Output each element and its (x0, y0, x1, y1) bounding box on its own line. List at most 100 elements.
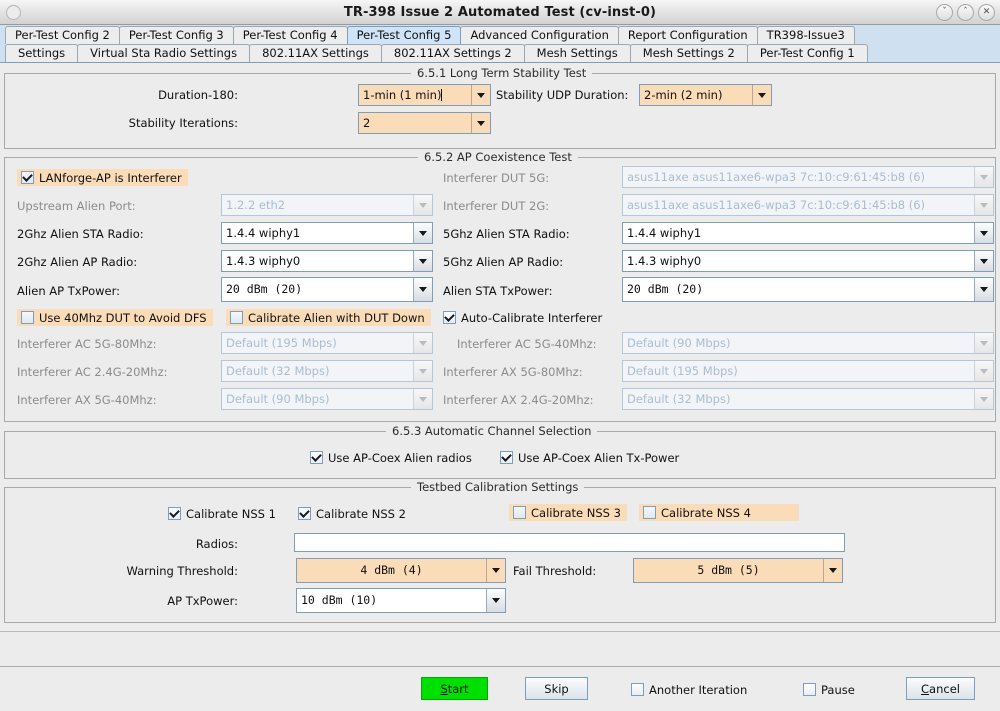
chevron-down-icon[interactable] (974, 251, 993, 271)
calibrate-nss-1-label: Calibrate NSS 1 (186, 506, 276, 521)
checkbox-icon[interactable] (631, 683, 644, 696)
tab-report-configuration[interactable]: Report Configuration (617, 26, 758, 44)
chevron-down-icon[interactable] (413, 251, 432, 271)
fail-threshold-combo[interactable]: 5 dBm (5) (633, 558, 843, 583)
checkbox-icon[interactable] (310, 451, 323, 464)
chevron-down-icon[interactable] (974, 223, 993, 243)
alien-sta-txpower-value: 20 dBm (20) (627, 282, 704, 296)
skip-button[interactable]: Skip (525, 677, 588, 700)
chevron-down-icon[interactable] (752, 85, 771, 105)
2ghz-alien-sta-radio-value: 1.4.4 wiphy1 (226, 226, 301, 240)
checkbox-icon[interactable] (21, 171, 34, 184)
checkbox-icon[interactable] (443, 311, 456, 324)
2ghz-alien-sta-radio-combo[interactable]: 1.4.4 wiphy1 (221, 222, 433, 244)
calibrate-nss-3-checkbox[interactable]: Calibrate NSS 3 (509, 504, 627, 521)
content-bottom-divider (0, 631, 1000, 632)
upstream-alien-port-combo: 1.2.2 eth2 (221, 194, 433, 216)
alien-sta-txpower-combo[interactable]: 20 dBm (20) (622, 277, 994, 302)
chevron-down-icon[interactable] (471, 85, 490, 105)
interferer-dut-2g-label: Interferer DUT 2G: (443, 199, 550, 213)
interferer-ac-5g-80mhz-value: Default (195 Mbps) (226, 336, 337, 350)
chevron-down-icon[interactable] (486, 559, 505, 582)
tab-settings[interactable]: Settings (5, 44, 79, 62)
tab-per-test-config-4[interactable]: Per-Test Config 4 (232, 26, 348, 44)
cancel-button[interactable]: Cancel (906, 677, 975, 700)
tab-80211ax-settings-2[interactable]: 802.11AX Settings 2 (380, 44, 525, 62)
tab-mesh-settings[interactable]: Mesh Settings (523, 44, 631, 62)
tab-per-test-config-1[interactable]: Per-Test Config 1 (746, 44, 868, 62)
use-40mhz-dut-avoid-dfs-label: Use 40Mhz DUT to Avoid DFS (39, 310, 207, 325)
calibrate-nss-4-label: Calibrate NSS 4 (661, 505, 751, 520)
tab-mesh-settings-2[interactable]: Mesh Settings 2 (629, 44, 748, 62)
minimize-icon[interactable]: ˇ (936, 4, 953, 21)
checkbox-icon[interactable] (21, 311, 34, 324)
tab-per-test-config-3[interactable]: Per-Test Config 3 (118, 26, 234, 44)
start-button[interactable]: Start (421, 677, 488, 700)
lanforge-ap-is-interferer-checkbox[interactable]: LANforge-AP is Interferer (17, 169, 188, 186)
checkbox-icon[interactable] (643, 506, 656, 519)
chevron-down-icon[interactable] (486, 589, 505, 612)
use-40mhz-dut-avoid-dfs-checkbox[interactable]: Use 40Mhz DUT to Avoid DFS (17, 309, 213, 326)
duration-combo[interactable]: 1-min (1 min) (358, 84, 491, 106)
chevron-down-icon (413, 333, 432, 353)
use-ap-coex-alien-radios-checkbox[interactable]: Use AP-Coex Alien radios (310, 449, 472, 466)
use-ap-coex-alien-tx-power-label: Use AP-Coex Alien Tx-Power (518, 450, 680, 465)
another-iteration-checkbox[interactable]: Another Iteration (631, 681, 747, 698)
calibrate-nss-2-checkbox[interactable]: Calibrate NSS 2 (298, 505, 406, 522)
tab-80211ax-settings[interactable]: 802.11AX Settings (249, 44, 382, 62)
tab-per-test-config-2[interactable]: Per-Test Config 2 (5, 26, 120, 44)
2ghz-alien-ap-radio-combo[interactable]: 1.4.3 wiphy0 (221, 250, 433, 272)
close-icon[interactable]: ✕ (978, 4, 995, 21)
5ghz-alien-sta-radio-combo[interactable]: 1.4.4 wiphy1 (622, 222, 994, 244)
footer-button-bar: Start Skip Another Iteration Pause Cance… (0, 666, 1000, 711)
auto-calibrate-interferer-checkbox[interactable]: Auto-Calibrate Interferer (443, 309, 602, 326)
calibrate-alien-with-dut-down-checkbox[interactable]: Calibrate Alien with DUT Down (226, 309, 431, 326)
interferer-ax-24g-20mhz-label: Interferer AX 2.4G-20Mhz: (443, 393, 594, 407)
chevron-down-icon[interactable] (823, 559, 842, 582)
tab-tr398-issue3[interactable]: TR398-Issue3 (756, 26, 855, 44)
tab-advanced-configuration[interactable]: Advanced Configuration (460, 26, 619, 44)
tab-per-test-config-5[interactable]: Per-Test Config 5 (346, 26, 462, 44)
ap-txpower-combo[interactable]: 10 dBm (10) (296, 588, 506, 613)
alien-sta-txpower-label: Alien STA TxPower: (443, 284, 553, 298)
5ghz-alien-ap-radio-combo[interactable]: 1.4.3 wiphy0 (622, 250, 994, 272)
interferer-dut-5g-combo: asus11axe asus11axe6-wpa3 7c:10:c9:61:45… (622, 166, 994, 188)
calibrate-nss-4-checkbox[interactable]: Calibrate NSS 4 (639, 504, 799, 521)
checkbox-icon[interactable] (803, 683, 816, 696)
interferer-dut-2g-value: asus11axe asus11axe6-wpa3 7c:10:c9:61:45… (627, 198, 926, 212)
interferer-dut-2g-combo: asus11axe asus11axe6-wpa3 7c:10:c9:61:45… (622, 194, 994, 216)
stability-udp-duration-combo[interactable]: 2-min (2 min) (639, 84, 772, 106)
cancel-button-label: Cancel (921, 681, 960, 696)
interferer-ac-5g-80mhz-combo: Default (195 Mbps) (221, 332, 433, 354)
use-ap-coex-alien-tx-power-checkbox[interactable]: Use AP-Coex Alien Tx-Power (500, 449, 679, 466)
window-menu-icon[interactable] (6, 5, 21, 20)
maximize-icon[interactable]: ˆ (957, 4, 974, 21)
2ghz-alien-ap-radio-value: 1.4.3 wiphy0 (226, 254, 301, 268)
chevron-down-icon[interactable] (413, 223, 432, 243)
alien-ap-txpower-label: Alien AP TxPower: (17, 284, 121, 298)
warning-threshold-combo[interactable]: 4 dBm (4) (296, 558, 506, 583)
stability-udp-duration-value: 2-min (2 min) (644, 88, 723, 102)
radios-input[interactable] (294, 533, 845, 552)
checkbox-icon[interactable] (298, 507, 311, 520)
interferer-ac-24g-20mhz-label: Interferer AC 2.4G-20Mhz: (17, 365, 168, 379)
alien-ap-txpower-combo[interactable]: 20 dBm (20) (221, 277, 433, 302)
chevron-down-icon (974, 361, 993, 381)
chevron-down-icon[interactable] (413, 278, 432, 301)
interferer-ac-5g-40mhz-label: Interferer AC 5G-40Mhz: (457, 337, 597, 351)
pause-checkbox[interactable]: Pause (803, 681, 855, 698)
chevron-down-icon[interactable] (471, 113, 490, 133)
calibrate-nss-1-checkbox[interactable]: Calibrate NSS 1 (168, 505, 276, 522)
checkbox-icon[interactable] (500, 451, 513, 464)
upstream-alien-port-label: Upstream Alien Port: (17, 199, 136, 213)
checkbox-icon[interactable] (168, 507, 181, 520)
checkbox-icon[interactable] (513, 506, 526, 519)
checkbox-icon[interactable] (230, 311, 243, 324)
stability-iterations-label: Stability Iterations: (128, 116, 238, 130)
group-long-term-stability-test: 6.5.1 Long Term Stability Test Duration-… (4, 66, 996, 149)
stability-iterations-combo[interactable]: 2 (358, 112, 491, 134)
chevron-down-icon[interactable] (974, 278, 993, 301)
tab-virtual-sta-radio-settings[interactable]: Virtual Sta Radio Settings (77, 44, 251, 62)
interferer-ax-5g-80mhz-value: Default (195 Mbps) (627, 364, 738, 378)
main-content: 6.5.1 Long Term Stability Test Duration-… (0, 63, 1000, 666)
